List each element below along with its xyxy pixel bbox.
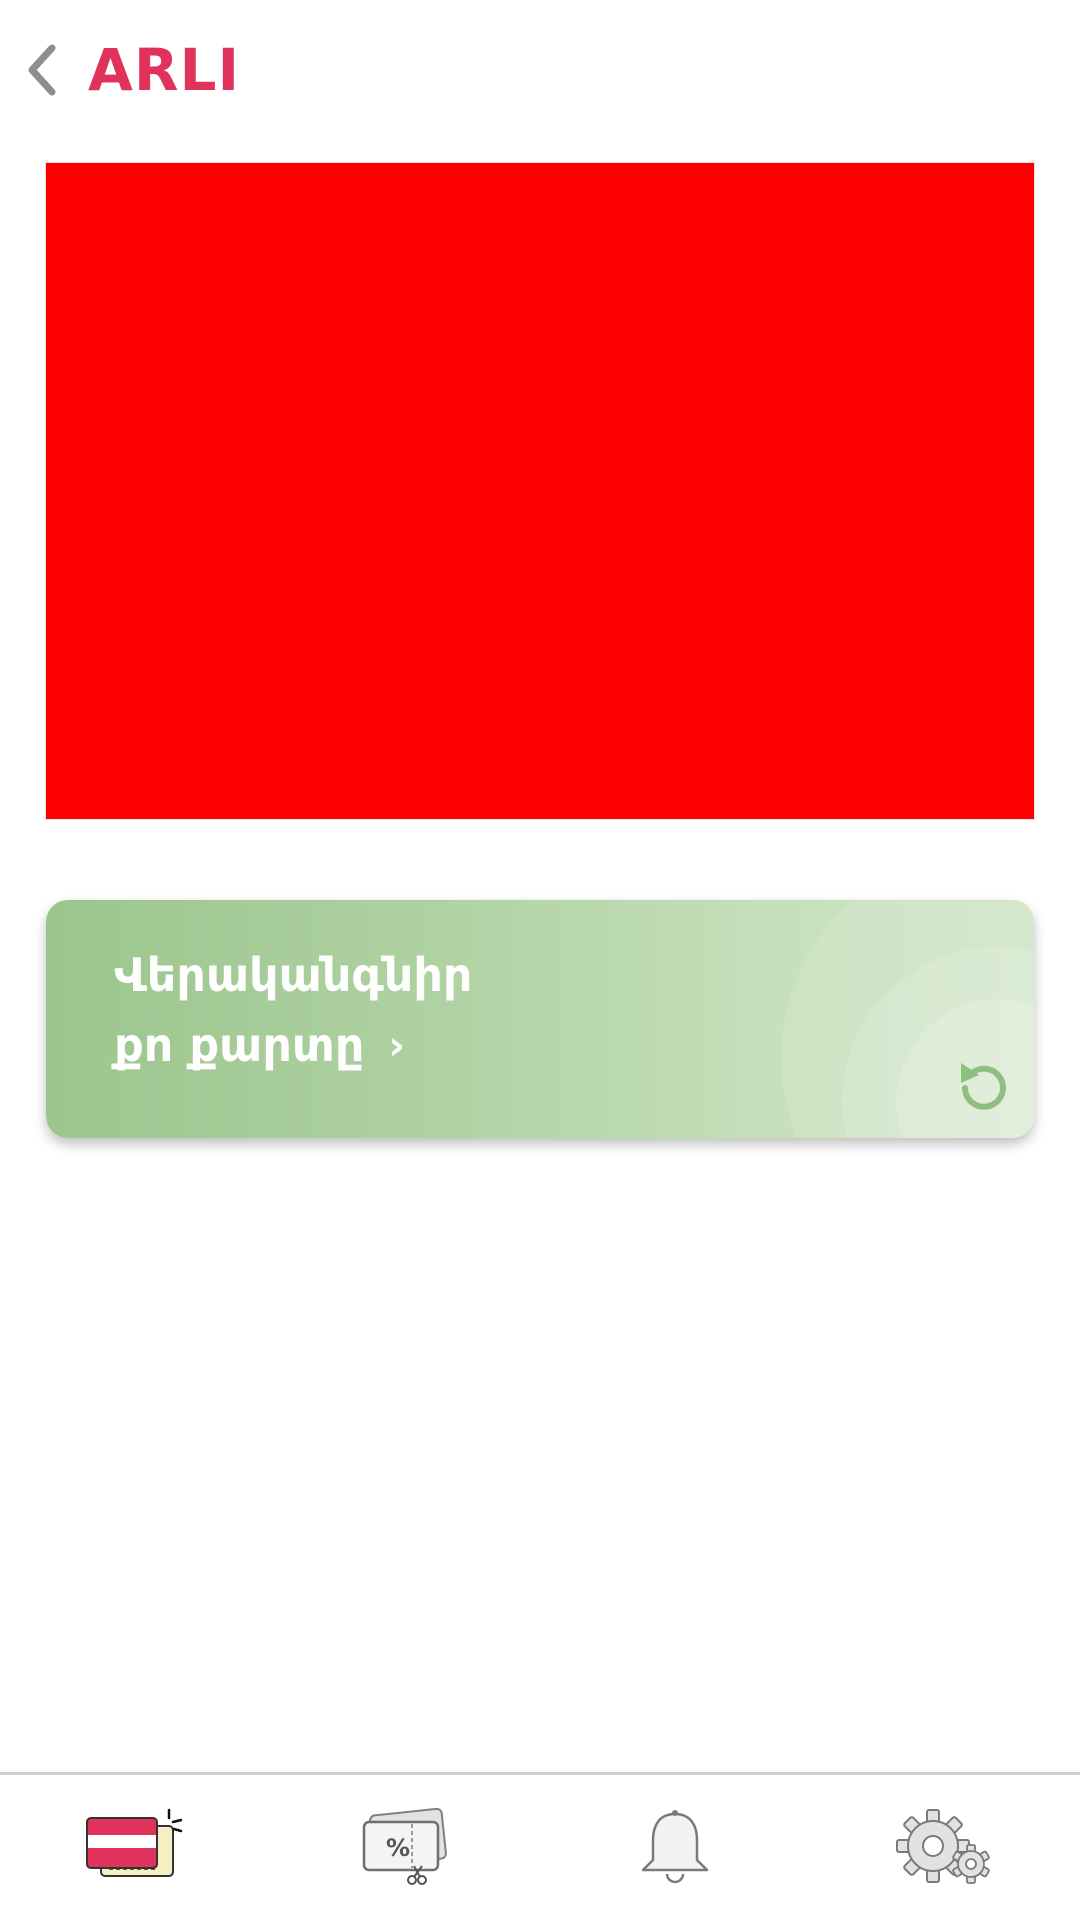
bell-icon — [641, 1809, 709, 1883]
nav-item-cards[interactable] — [0, 1775, 270, 1920]
restore-card-line2: քո քարտը — [114, 1018, 365, 1072]
restore-card-line2-wrap: քո քարտը › — [114, 1010, 472, 1081]
card-face — [46, 163, 1034, 819]
settings-gears-icon — [896, 1808, 990, 1884]
restore-card-banner[interactable]: Վերականգնիր քո քարտը › — [46, 900, 1034, 1138]
chevron-right-icon: › — [388, 1023, 405, 1069]
chevron-left-icon — [28, 44, 56, 96]
bottom-navigation: % — [0, 1772, 1080, 1920]
loyalty-card[interactable] — [45, 162, 1035, 820]
card-icon — [86, 1808, 183, 1877]
nav-item-notifications[interactable] — [540, 1775, 810, 1920]
svg-text:%: % — [386, 1834, 410, 1862]
refresh-icon — [961, 1063, 1006, 1110]
discount-coupon-icon: % — [362, 1807, 447, 1885]
app-screen: ARLI Վերականգնիր քո քարտը › % — [0, 0, 1080, 1920]
page-title: ARLI — [88, 36, 241, 104]
back-button[interactable] — [14, 38, 70, 102]
top-bar: ARLI — [0, 0, 1080, 140]
nav-item-discounts[interactable]: % — [270, 1775, 540, 1920]
restore-card-line1: Վերականգնիր — [114, 948, 473, 1002]
nav-item-settings[interactable] — [810, 1775, 1080, 1920]
restore-card-label: Վերականգնիր քո քարտը › — [114, 940, 472, 1081]
